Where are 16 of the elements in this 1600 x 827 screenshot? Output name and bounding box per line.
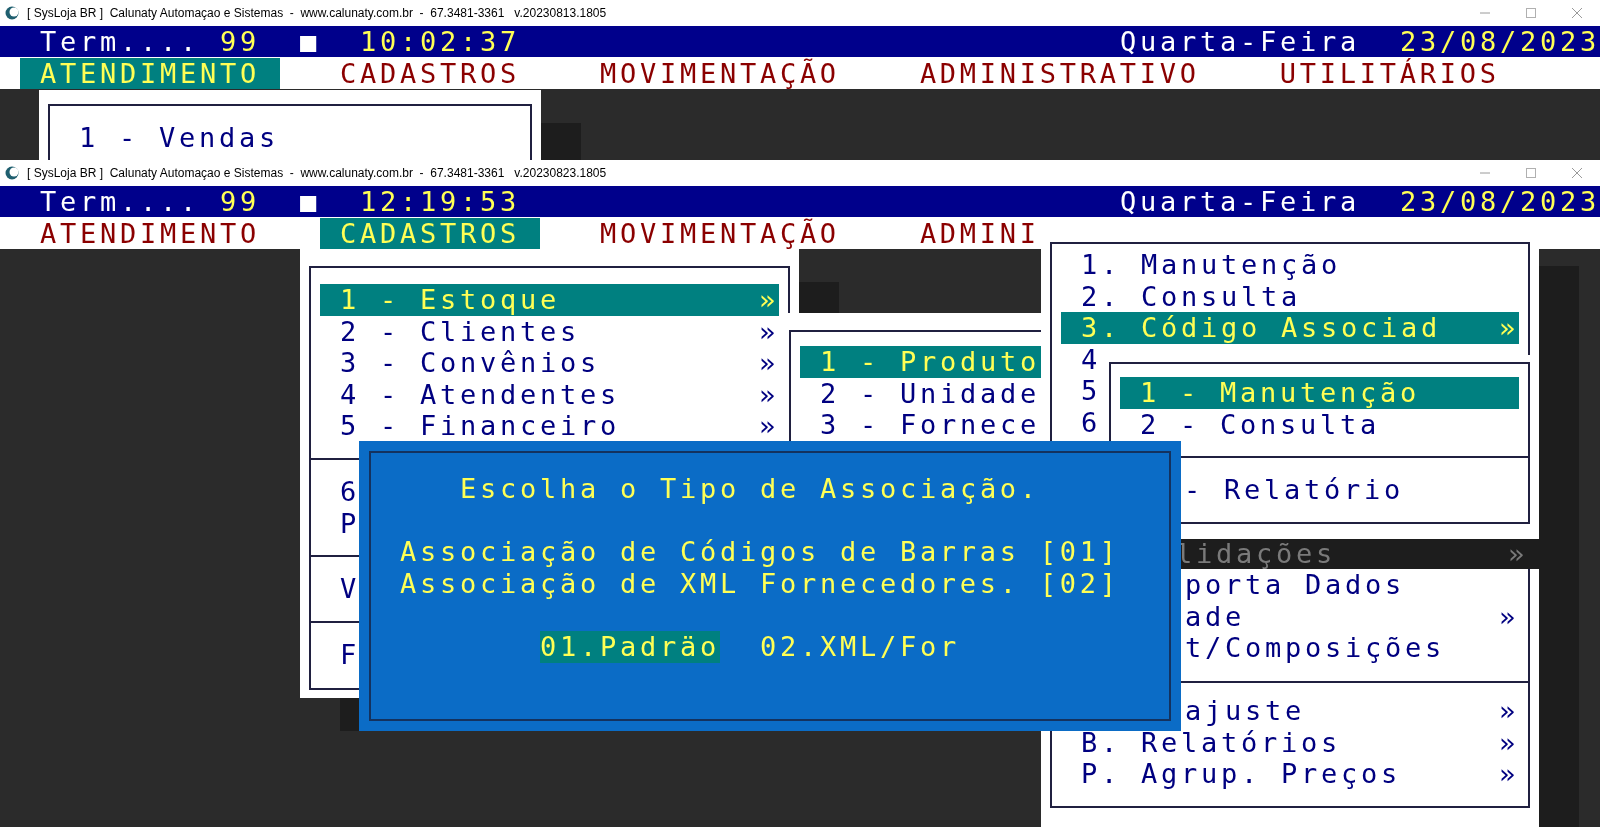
terminal-number: 99 xyxy=(219,186,260,217)
status-indicator: ■ xyxy=(299,26,320,57)
window-title: [ SysLoja BR ] Calunaty Automaçao e Sistemas - www.calunaty.com.br - 67.3481-3361 v.20230823.1805 xyxy=(27,166,608,180)
dialog-title: Escolha o Tipo de Associação. xyxy=(460,473,1041,505)
terminal-label: Term.... xyxy=(40,186,200,217)
terminal-label: Term.... xyxy=(40,26,200,57)
terminal-number: 99 xyxy=(219,26,260,57)
clock-time: 10:02:37 xyxy=(359,26,520,57)
clock-time: 12:19:53 xyxy=(359,186,520,217)
date-label: 23/08/2023 xyxy=(1400,26,1600,57)
status-indicator: ■ xyxy=(299,186,320,217)
option-description: Associação de XML Fornecedores. [02] xyxy=(400,567,1121,600)
weekday-label: Quarta-Feira xyxy=(1120,186,1361,217)
window-title: [ SysLoja BR ] Calunaty Automaçao e Sistemas - www.calunaty.com.br - 67.3481-3361 v.20230813.1805 xyxy=(27,6,608,20)
weekday-label: Quarta-Feira xyxy=(1120,26,1361,57)
date-label: 23/08/2023 xyxy=(1400,186,1600,217)
